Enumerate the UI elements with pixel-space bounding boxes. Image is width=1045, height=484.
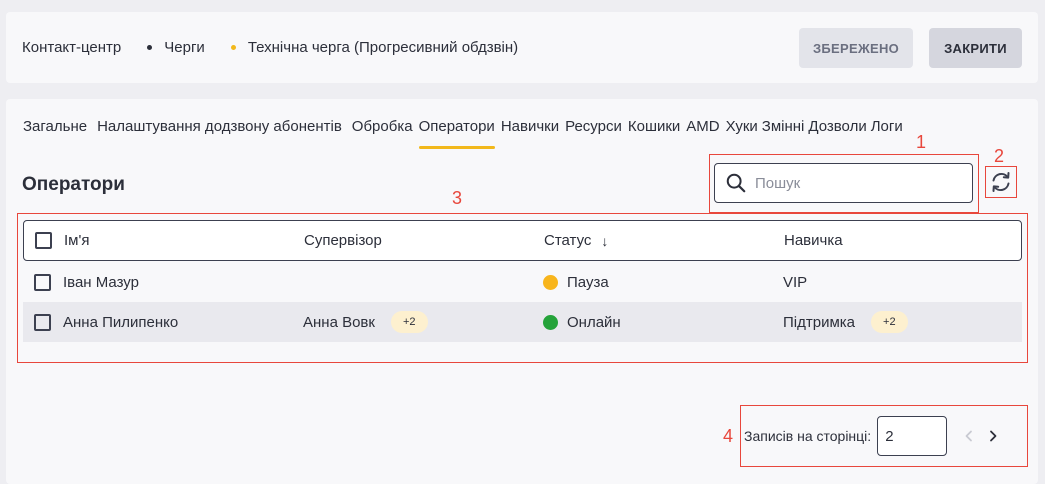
annotation-marker-4: 4 [723, 426, 734, 446]
main-panel: Загальне Налаштування додзвону абонентів… [6, 99, 1038, 484]
status-label: Онлайн [567, 313, 621, 331]
tab-resources[interactable]: Ресурси [565, 118, 622, 148]
operator-name: Анна Пилипенко [63, 313, 179, 331]
tab-permissions[interactable]: Дозволи [808, 118, 866, 148]
status-online-dot-icon [543, 314, 558, 330]
pagination: Записів на сторінці: 2 [740, 405, 1028, 467]
breadcrumb-contact-center[interactable]: Контакт-центр [22, 39, 121, 56]
status-cell: Пауза [543, 274, 783, 291]
skill-name: Підтримка [783, 313, 856, 331]
tab-general[interactable]: Загальне [23, 118, 87, 148]
search-box[interactable] [714, 163, 973, 203]
supervisor-name: Анна Вовк [303, 313, 375, 331]
annotation-marker-3: 3 [452, 188, 463, 208]
breadcrumb-current: Технічна черга (Прогресивний обдзвін) [247, 39, 519, 56]
tab-variables[interactable]: Змінні [762, 118, 805, 148]
annotation-marker-1: 1 [916, 132, 927, 152]
column-header-supervisor[interactable]: Супервізор [304, 232, 544, 249]
operators-table: Ім'я Супервізор Статус ↓ Навичка Іван Ма… [17, 213, 1028, 363]
skill-cell: VIP [783, 274, 807, 291]
skill-cell: Підтримка +2 [783, 311, 908, 333]
rows-per-page-input[interactable]: 2 [877, 416, 948, 456]
chevron-right-icon [990, 430, 997, 442]
search-highlight [709, 154, 979, 213]
search-input[interactable] [755, 174, 955, 192]
breadcrumb: Контакт-центр Черги Технічна черга (Прог… [22, 12, 518, 83]
top-bar: Контакт-центр Черги Технічна черга (Прог… [6, 12, 1038, 83]
tab-logs[interactable]: Логи [871, 118, 903, 148]
table-row[interactable]: Анна Пилипенко Анна Вовк +2 Онлайн Підтр… [23, 302, 1022, 342]
prev-page-button[interactable] [959, 426, 979, 446]
skill-name: VIP [783, 273, 808, 291]
row-checkbox[interactable] [34, 273, 51, 291]
status-cell: Онлайн [543, 314, 783, 331]
annotation-marker-2: 2 [994, 146, 1005, 166]
status-label: Пауза [567, 273, 609, 291]
tab-operators[interactable]: Оператори [418, 118, 496, 149]
next-page-button[interactable] [983, 426, 1003, 446]
breadcrumb-separator-active [230, 45, 236, 50]
tab-processing[interactable]: Обробка [352, 118, 413, 148]
tab-baskets[interactable]: Кошики [628, 118, 680, 148]
supervisor-cell: Анна Вовк +2 [303, 311, 543, 333]
tab-dial-settings[interactable]: Налаштування додзвону абонентів [97, 118, 342, 148]
table-header: Ім'я Супервізор Статус ↓ Навичка [23, 220, 1022, 261]
column-header-status-label: Статус [544, 232, 592, 249]
breadcrumb-queues[interactable]: Черги [164, 39, 205, 56]
saved-button[interactable]: ЗБЕРЕЖЕНО [799, 28, 913, 68]
select-all-checkbox[interactable] [35, 232, 52, 249]
column-header-status[interactable]: Статус ↓ [544, 232, 784, 249]
row-checkbox[interactable] [34, 313, 51, 331]
refresh-button[interactable] [985, 166, 1017, 198]
operator-name: Іван Мазур [63, 273, 139, 291]
refresh-icon [992, 172, 1010, 192]
chevron-left-icon [965, 430, 973, 442]
close-button[interactable]: ЗАКРИТИ [929, 28, 1022, 68]
tab-skills[interactable]: Навички [501, 118, 559, 148]
table-row[interactable]: Іван Мазур Пауза VIP [23, 262, 1022, 302]
status-pause-dot-icon [543, 274, 558, 290]
column-header-name[interactable]: Ім'я [64, 232, 304, 249]
breadcrumb-separator [147, 45, 153, 50]
column-header-skill[interactable]: Навичка [784, 232, 843, 249]
search-icon [726, 173, 746, 193]
supervisor-more-badge[interactable]: +2 [390, 311, 428, 333]
sort-desc-icon[interactable]: ↓ [601, 233, 608, 249]
tab-hooks[interactable]: Хуки [726, 118, 758, 148]
tab-bar: Загальне Налаштування додзвону абонентів… [23, 118, 913, 149]
tab-amd[interactable]: AMD [686, 118, 719, 148]
rows-per-page-label: Записів на сторінці: [744, 428, 872, 444]
skill-more-badge[interactable]: +2 [871, 311, 908, 333]
section-title: Оператори [22, 174, 125, 195]
